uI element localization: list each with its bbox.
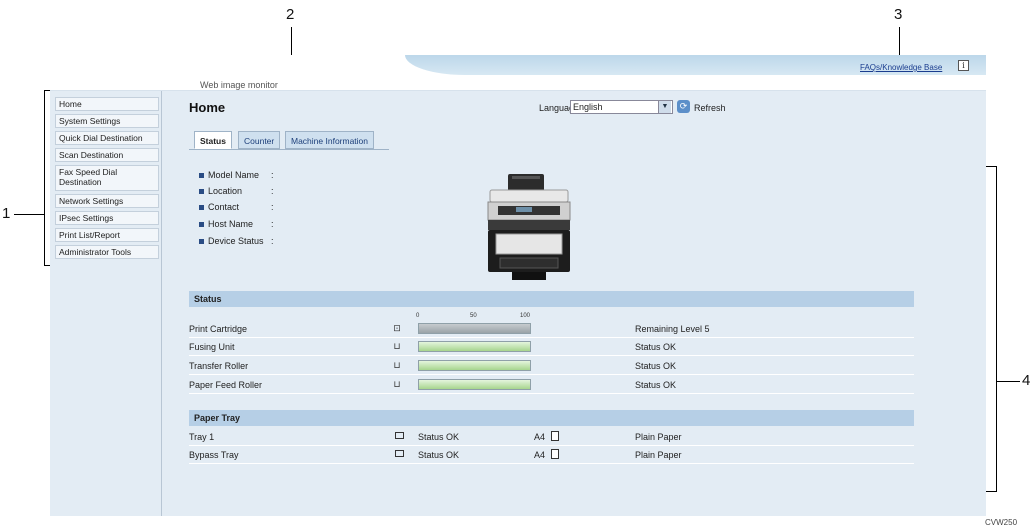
tray-status: Status OK xyxy=(418,450,460,460)
location-row: Location xyxy=(199,186,242,196)
paper-icon xyxy=(551,449,559,459)
tab-status[interactable]: Status xyxy=(194,131,232,149)
callout-2: 2 xyxy=(286,6,295,23)
tray-row-tray-1: Tray 1 Status OK A4 Plain Paper xyxy=(189,428,914,446)
sidebar-item-scan-destination[interactable]: Scan Destination xyxy=(55,148,159,162)
brand-title: Web image monitor xyxy=(200,80,278,90)
status-row-print-cartridge: Print Cartridge ⊡ Remaining Level 5 xyxy=(189,320,914,338)
location-colon: : xyxy=(271,186,274,196)
sidebar-item-fax-speed-dial-destination[interactable]: Fax Speed Dial Destination xyxy=(55,165,159,191)
sidebar-item-quick-dial-destination[interactable]: Quick Dial Destination xyxy=(55,131,159,145)
model-name-colon: : xyxy=(271,170,274,180)
callout-1: 1 xyxy=(2,205,11,222)
sidebar-item-administrator-tools[interactable]: Administrator Tools xyxy=(55,245,159,259)
bullet-icon xyxy=(199,205,204,211)
location-label: Location xyxy=(208,186,243,196)
toner-icon: ⊡ xyxy=(393,323,401,333)
bullet-icon xyxy=(199,173,204,179)
unit-icon: ⊔ xyxy=(393,341,401,351)
tray-icon xyxy=(395,432,404,439)
row-name: Bypass Tray xyxy=(189,450,239,460)
tray-row-bypass-tray: Bypass Tray Status OK A4 Plain Paper xyxy=(189,446,914,464)
status-row-transfer-roller: Transfer Roller ⊔ Status OK xyxy=(189,357,914,375)
row-name: Paper Feed Roller xyxy=(189,380,263,390)
sidebar-item-print-list-report[interactable]: Print List/Report xyxy=(55,228,159,242)
unit-icon: ⊔ xyxy=(393,360,401,370)
chevron-down-icon[interactable]: ▼ xyxy=(658,101,671,113)
callout-4-bracket xyxy=(996,166,997,492)
row-name: Tray 1 xyxy=(189,432,215,442)
scale-label-100: 100 xyxy=(520,313,531,319)
paper-size: A4 xyxy=(534,432,546,442)
callout-4-leader xyxy=(996,381,1020,382)
bullet-icon xyxy=(199,189,204,195)
sidebar-item-network-settings[interactable]: Network Settings xyxy=(55,194,159,208)
paper-icon xyxy=(551,431,559,441)
level-bar xyxy=(418,379,531,390)
tray-status: Status OK xyxy=(418,432,460,442)
paper-tray-section-header: Paper Tray xyxy=(189,410,914,426)
level-bar xyxy=(418,360,531,371)
tab-underline xyxy=(189,149,389,150)
faq-link[interactable]: FAQs/Knowledge Base xyxy=(860,63,942,72)
level-bar xyxy=(418,341,531,352)
model-name-label: Model Name xyxy=(208,170,260,180)
paper-type: Plain Paper xyxy=(635,450,682,460)
bullet-icon xyxy=(199,239,204,245)
host-name-label: Host Name xyxy=(208,219,254,229)
host-name-row: Host Name xyxy=(199,219,253,229)
tab-counter[interactable]: Counter xyxy=(238,131,281,149)
info-icon[interactable]: i xyxy=(958,60,969,71)
unit-icon: ⊔ xyxy=(393,379,401,389)
refresh-link[interactable]: Refresh xyxy=(694,103,726,113)
model-name-row: Model Name xyxy=(199,170,259,180)
paper-type: Plain Paper xyxy=(635,432,682,442)
refresh-icon[interactable]: ⟳ xyxy=(677,100,690,113)
status-row-fusing-unit: Fusing Unit ⊔ Status OK xyxy=(189,338,914,356)
contact-colon: : xyxy=(271,202,274,212)
callout-1-leader xyxy=(14,214,44,215)
bullet-icon xyxy=(199,222,204,228)
level-bar xyxy=(418,323,531,334)
printer-image xyxy=(487,174,571,280)
callout-3-leader xyxy=(899,27,900,57)
row-name: Print Cartridge xyxy=(189,324,248,334)
device-status-label: Device Status xyxy=(208,236,264,246)
host-name-colon: : xyxy=(271,219,274,229)
paper-size: A4 xyxy=(534,450,546,460)
figure-code: CVW250 xyxy=(985,518,1018,527)
status-section-header: Status xyxy=(189,291,914,307)
tab-machine-information[interactable]: Machine Information xyxy=(285,131,375,149)
sidebar-item-system-settings[interactable]: System Settings xyxy=(55,114,159,128)
scale-label-0: 0 xyxy=(416,313,420,319)
row-status: Status OK xyxy=(635,342,677,352)
row-status: Status OK xyxy=(635,361,677,371)
status-row-paper-feed-roller: Paper Feed Roller ⊔ Status OK xyxy=(189,376,914,394)
contact-row: Contact xyxy=(199,202,239,212)
sidebar-item-home[interactable]: Home xyxy=(55,97,159,111)
row-status: Status OK xyxy=(635,380,677,390)
row-name: Fusing Unit xyxy=(189,342,235,352)
callout-1-bracket xyxy=(44,90,45,266)
scale-label-50: 50 xyxy=(470,313,477,319)
row-status: Remaining Level 5 xyxy=(635,324,710,334)
callout-4: 4 xyxy=(1022,372,1031,389)
device-status-colon: : xyxy=(271,236,274,246)
row-name: Transfer Roller xyxy=(189,361,249,371)
callout-3: 3 xyxy=(894,6,903,23)
sidebar-item-ipsec-settings[interactable]: IPsec Settings xyxy=(55,211,159,225)
contact-label: Contact xyxy=(208,202,240,212)
page-title: Home xyxy=(189,100,226,115)
tray-icon xyxy=(395,450,404,457)
device-status-row: Device Status xyxy=(199,236,264,246)
